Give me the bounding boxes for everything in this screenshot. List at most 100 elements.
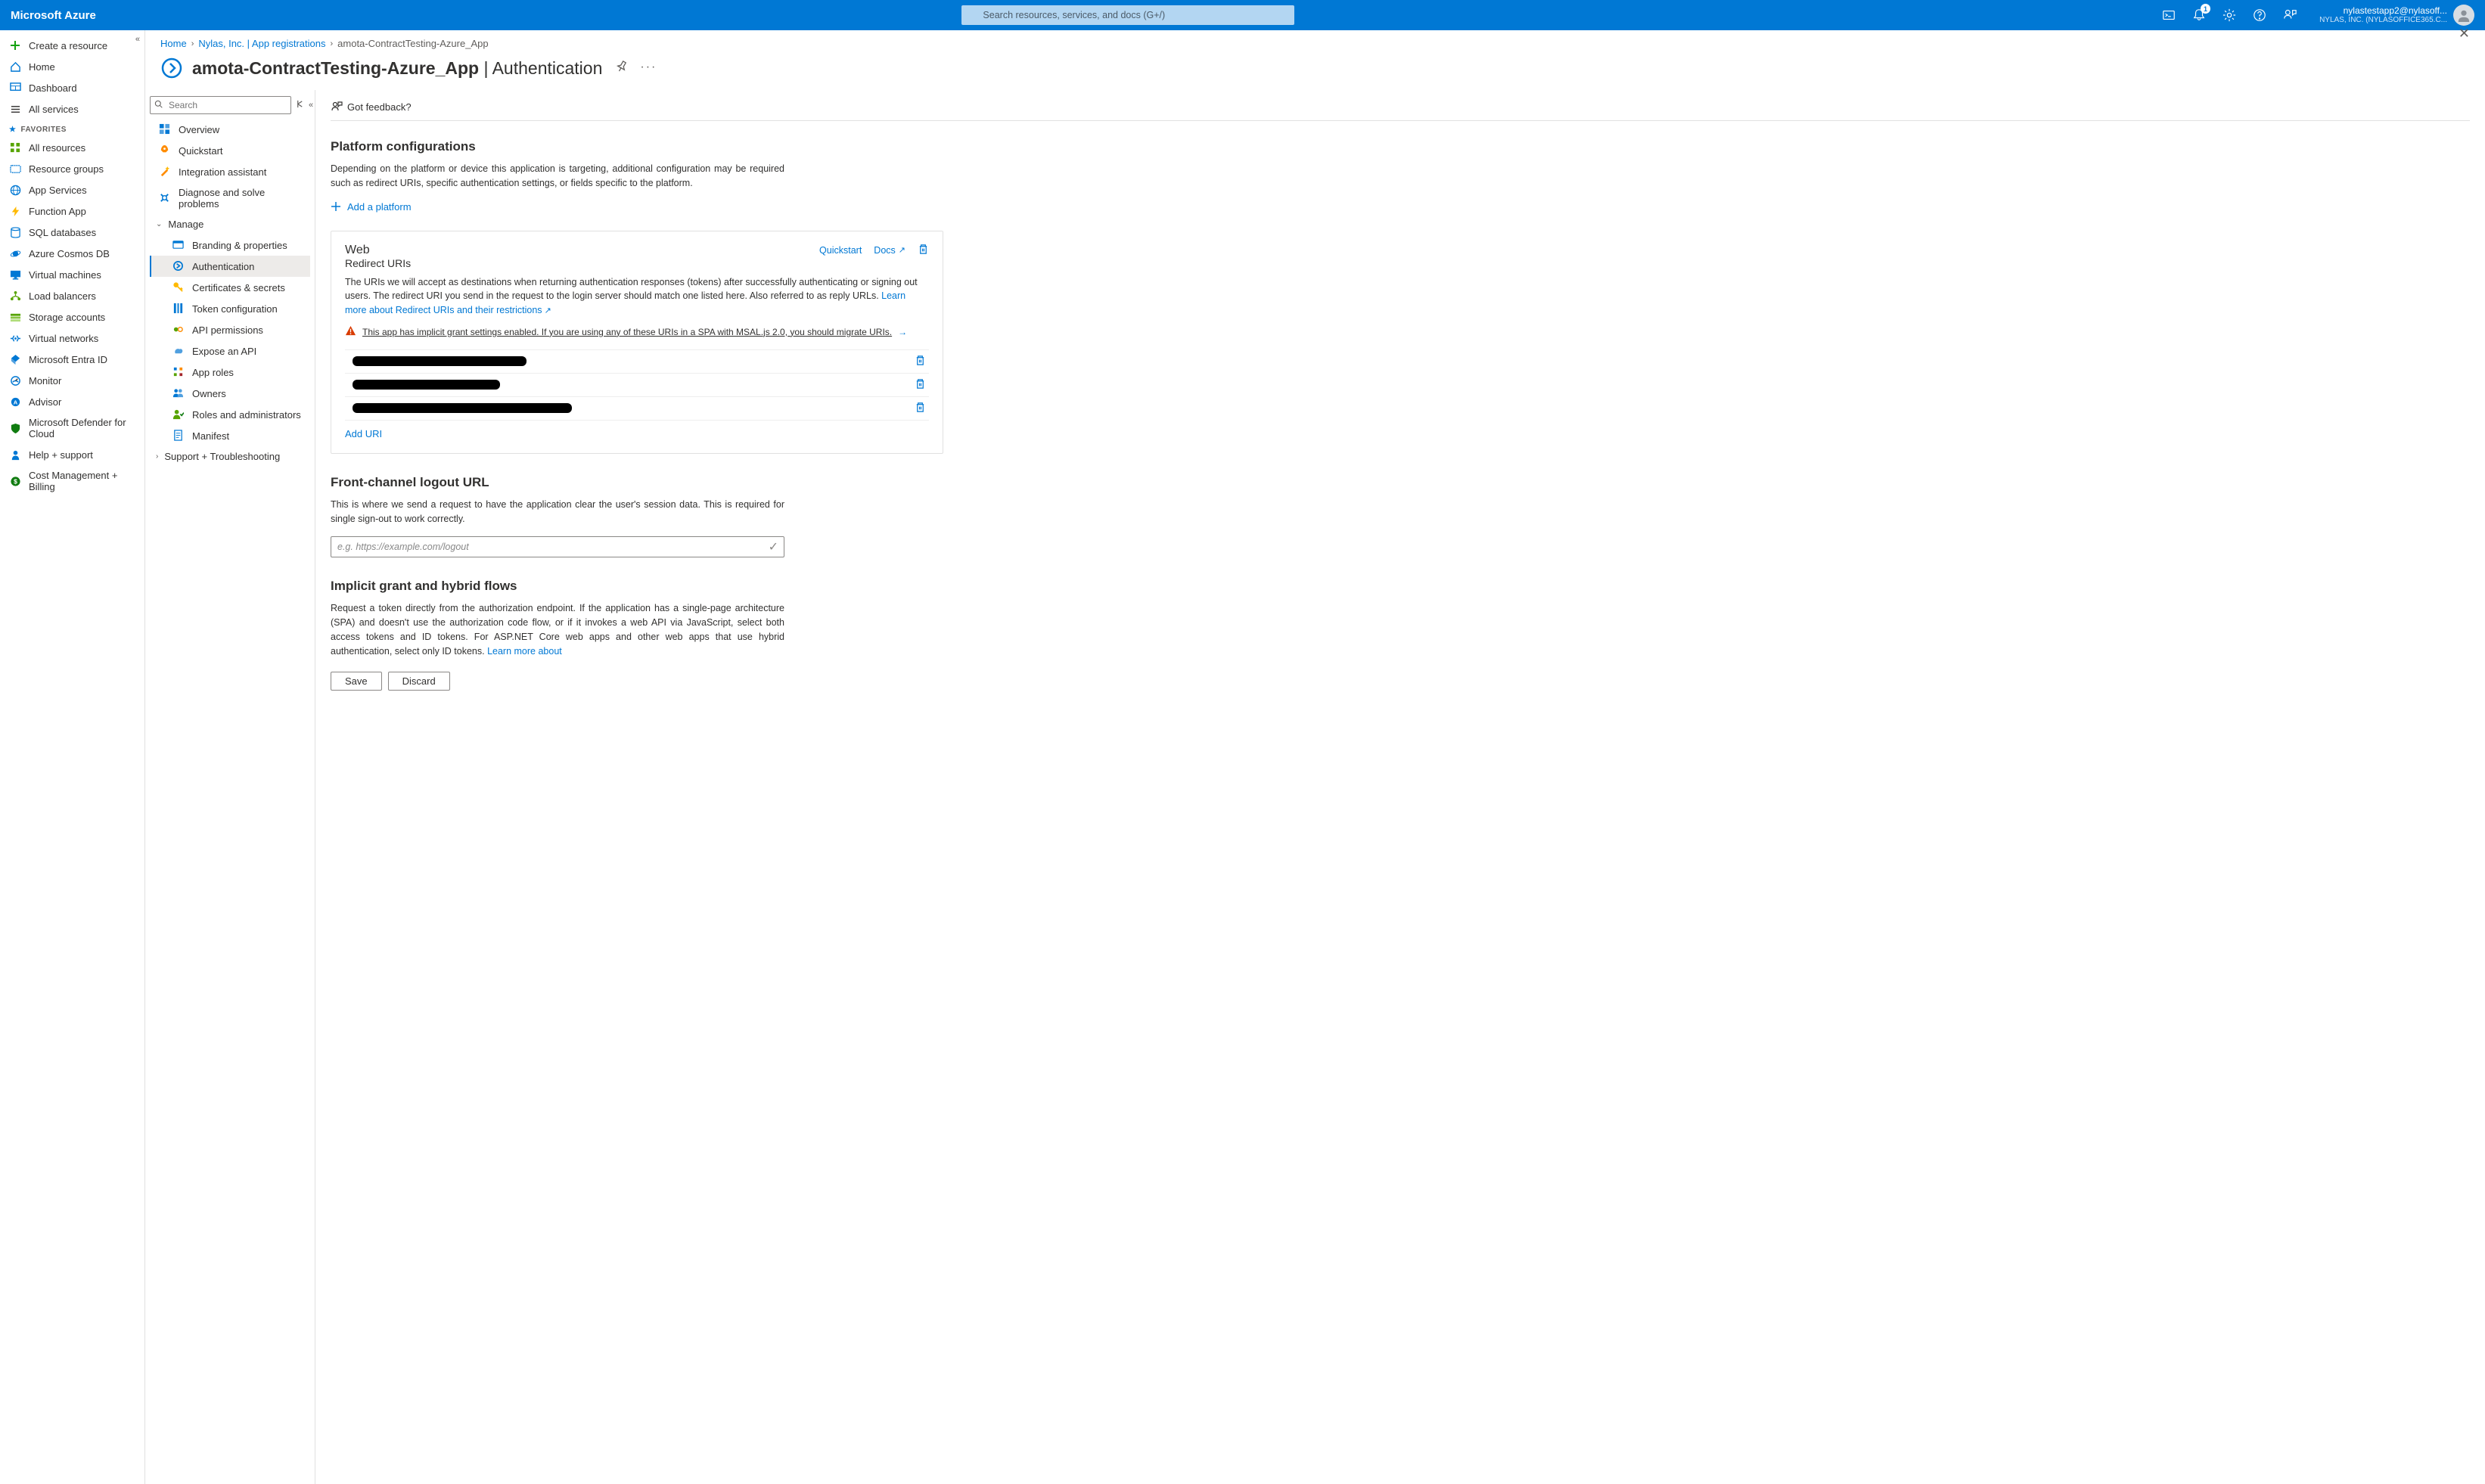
nav-defender[interactable]: Microsoft Defender for Cloud — [0, 412, 144, 444]
settings-icon[interactable] — [2221, 7, 2238, 23]
delete-platform-icon[interactable] — [918, 244, 929, 257]
nav-create-resource[interactable]: Create a resource — [0, 35, 144, 56]
blade-authentication[interactable]: Authentication — [150, 256, 310, 277]
diagnose-icon — [159, 192, 171, 204]
nav-cosmos-db[interactable]: Azure Cosmos DB — [0, 243, 144, 264]
redirect-uri-list — [345, 349, 929, 421]
blade-quickstart[interactable]: Quickstart — [150, 140, 310, 161]
breadcrumb-registrations[interactable]: Nylas, Inc. | App registrations — [198, 38, 325, 49]
blade-branding[interactable]: Branding & properties — [150, 234, 310, 256]
learn-more-implicit-link[interactable]: Learn more about — [487, 646, 562, 657]
delete-uri-icon[interactable] — [915, 402, 929, 415]
cost-icon: $ — [9, 475, 21, 487]
blade-overview[interactable]: Overview — [150, 119, 310, 140]
blade-search-input[interactable] — [150, 96, 291, 114]
notifications-icon[interactable]: 1 — [2191, 7, 2207, 23]
redirect-uri-row — [345, 350, 929, 374]
blade-integration[interactable]: Integration assistant — [150, 161, 310, 182]
list-icon — [9, 103, 21, 115]
roles-icon — [172, 366, 185, 378]
chevron-down-icon: ⌄ — [156, 220, 162, 228]
dashboard-icon — [9, 82, 21, 94]
avatar — [2453, 5, 2474, 26]
nav-virtual-networks[interactable]: Virtual networks — [0, 328, 144, 349]
redirect-uri-row — [345, 397, 929, 421]
account-email: nylastestapp2@nylasoff... — [2319, 5, 2447, 16]
key-icon — [172, 281, 185, 293]
blade-nav: « Overview Quickstart Integration assist… — [145, 90, 315, 1484]
nav-dashboard[interactable]: Dashboard — [0, 77, 144, 98]
blade-app-roles[interactable]: App roles — [150, 362, 310, 383]
nav-storage-accounts[interactable]: Storage accounts — [0, 306, 144, 328]
blade-expose-api[interactable]: Expose an API — [150, 340, 310, 362]
collapse-nav-icon[interactable]: « — [135, 35, 140, 44]
nav-home[interactable]: Home — [0, 56, 144, 77]
cloud-shell-icon[interactable] — [2160, 7, 2177, 23]
global-search-input[interactable] — [961, 5, 1294, 25]
nav-monitor[interactable]: Monitor — [0, 370, 144, 391]
storage-icon — [9, 311, 21, 323]
nav-virtual-machines[interactable]: Virtual machines — [0, 264, 144, 285]
redirect-uri-row — [345, 374, 929, 397]
blade-diagnose[interactable]: Diagnose and solve problems — [150, 182, 310, 214]
save-button[interactable]: Save — [331, 672, 382, 691]
logout-url-desc: This is where we send a request to have … — [331, 498, 784, 526]
manifest-icon — [172, 430, 185, 442]
loadbalancer-icon — [9, 290, 21, 302]
implicit-grant-desc: Request a token directly from the author… — [331, 601, 784, 658]
expand-icon[interactable] — [296, 100, 304, 110]
nav-function-app[interactable]: Function App — [0, 200, 144, 222]
account-button[interactable]: nylastestapp2@nylasoff... NYLAS, INC. (N… — [2312, 5, 2474, 26]
redacted-uri — [353, 403, 572, 413]
nav-help-support[interactable]: Help + support — [0, 444, 144, 465]
feedback-button[interactable]: Got feedback? — [331, 98, 2470, 121]
token-icon — [172, 303, 185, 315]
title-row: amota-ContractTesting-Azure_App | Authen… — [160, 57, 2470, 79]
nav-all-resources[interactable]: All resources — [0, 137, 144, 158]
migrate-uris-link[interactable]: This app has implicit grant settings ena… — [362, 327, 892, 337]
feedback-icon[interactable] — [2282, 7, 2298, 23]
add-platform-button[interactable]: Add a platform — [331, 201, 2470, 213]
breadcrumb: Home › Nylas, Inc. | App registrations ›… — [160, 38, 2470, 49]
chevron-right-icon: › — [330, 39, 333, 48]
topbar-right: 1 nylastestapp2@nylasoff... NYLAS, INC. … — [2160, 5, 2474, 26]
pin-icon[interactable] — [616, 61, 628, 76]
docs-link[interactable]: Docs ↗ — [874, 245, 905, 256]
blade-group-support[interactable]: ›Support + Troubleshooting — [150, 446, 310, 467]
blade-api-permissions[interactable]: API permissions — [150, 319, 310, 340]
more-icon[interactable]: ··· — [640, 61, 657, 76]
help-icon[interactable] — [2251, 7, 2268, 23]
breadcrumb-home[interactable]: Home — [160, 38, 187, 49]
redacted-uri — [353, 356, 527, 366]
nav-all-services[interactable]: All services — [0, 98, 144, 120]
brand[interactable]: Microsoft Azure — [11, 9, 96, 22]
support-icon — [9, 449, 21, 461]
blade-roles-admins[interactable]: Roles and administrators — [150, 404, 310, 425]
nav-entra-id[interactable]: Microsoft Entra ID — [0, 349, 144, 370]
add-uri-button[interactable]: Add URI — [345, 428, 382, 439]
blade-manifest[interactable]: Manifest — [150, 425, 310, 446]
platform-config-desc: Depending on the platform or device this… — [331, 162, 784, 191]
nav-sql-databases[interactable]: SQL databases — [0, 222, 144, 243]
logout-url-input[interactable] — [331, 536, 784, 557]
nav-advisor[interactable]: AAdvisor — [0, 391, 144, 412]
blade-certificates[interactable]: Certificates & secrets — [150, 277, 310, 298]
close-icon[interactable]: ✕ — [2459, 30, 2470, 42]
delete-uri-icon[interactable] — [915, 355, 929, 368]
blade-owners[interactable]: Owners — [150, 383, 310, 404]
svg-text:A: A — [13, 399, 17, 405]
global-nav: « Create a resource Home Dashboard All s… — [0, 30, 145, 1484]
warning-icon — [345, 325, 356, 339]
nav-resource-groups[interactable]: Resource groups — [0, 158, 144, 179]
nav-cost-mgmt[interactable]: $Cost Management + Billing — [0, 465, 144, 497]
delete-uri-icon[interactable] — [915, 378, 929, 392]
blade-group-manage[interactable]: ⌄Manage — [150, 214, 310, 234]
collapse-blade-icon[interactable]: « — [309, 101, 313, 110]
grid-icon — [9, 141, 21, 154]
quickstart-link[interactable]: Quickstart — [819, 245, 862, 256]
nav-load-balancers[interactable]: Load balancers — [0, 285, 144, 306]
nav-app-services[interactable]: App Services — [0, 179, 144, 200]
blade-token-config[interactable]: Token configuration — [150, 298, 310, 319]
footer-buttons: Save Discard — [331, 672, 2470, 691]
discard-button[interactable]: Discard — [388, 672, 450, 691]
